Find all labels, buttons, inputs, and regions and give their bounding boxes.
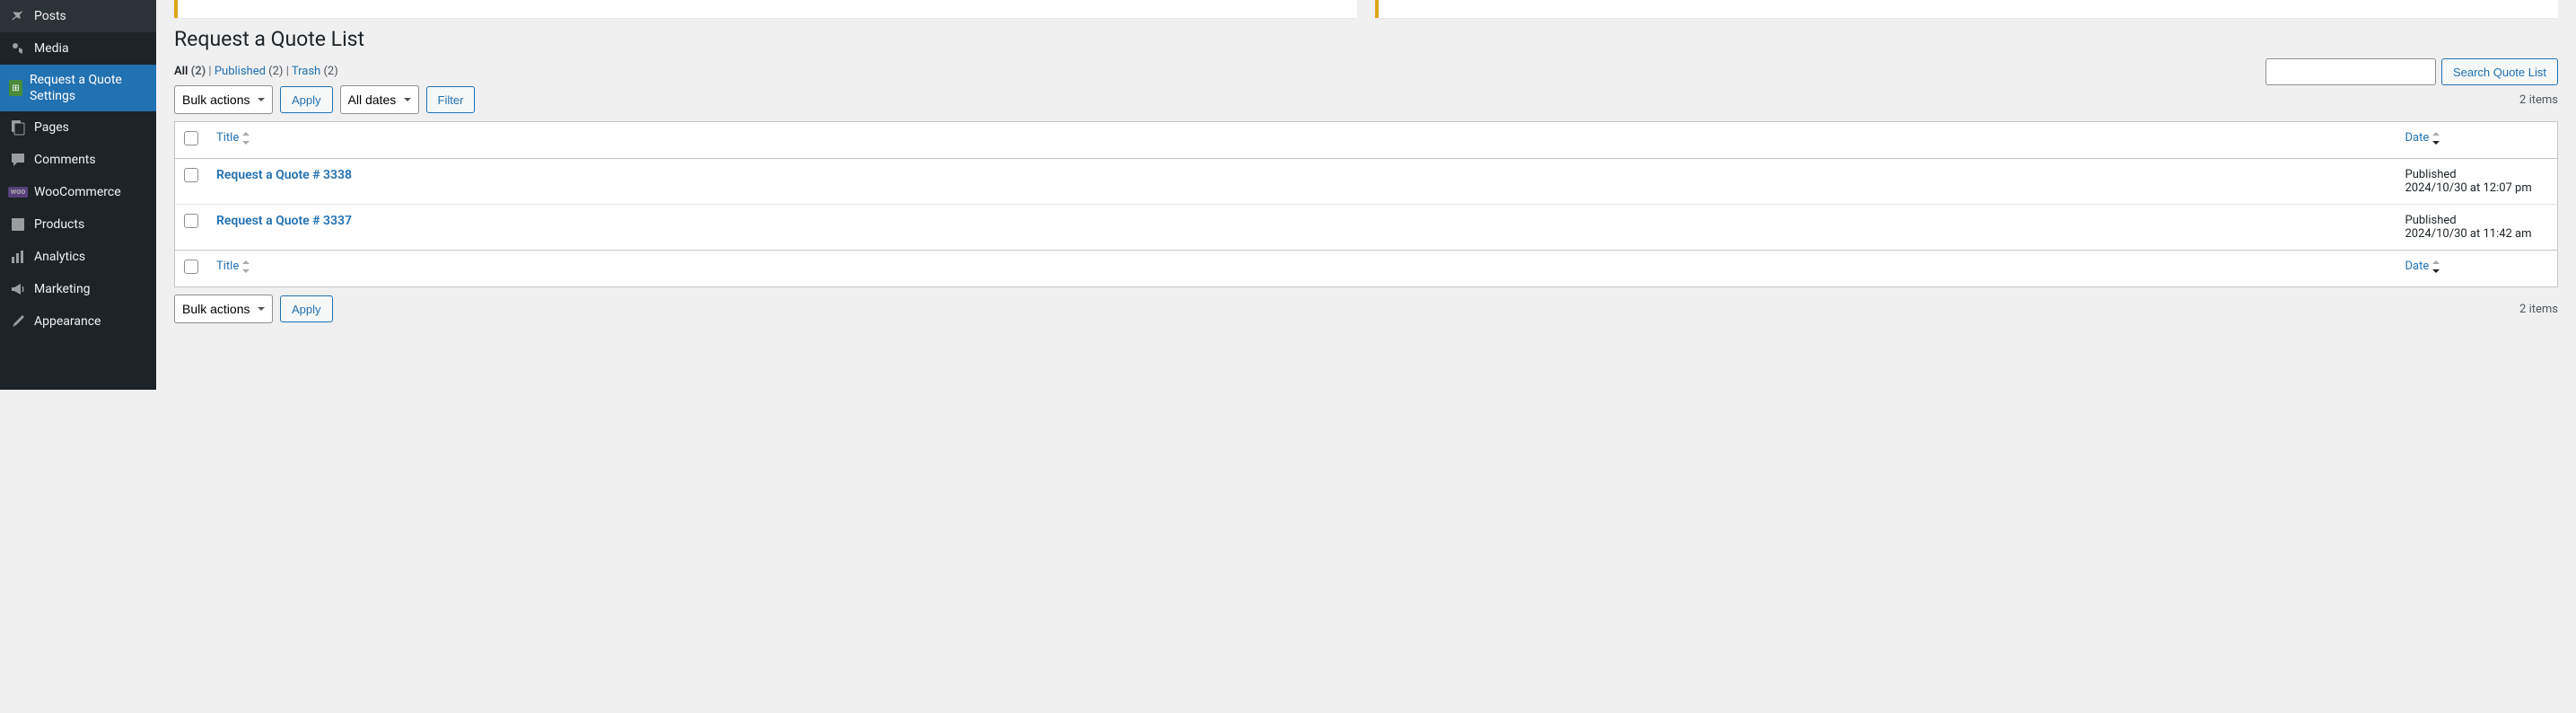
update-notice-2: [1375, 0, 2558, 18]
analytics-icon: [9, 248, 27, 266]
media-icon: [9, 40, 27, 57]
products-icon: [9, 216, 27, 233]
marketing-icon: [9, 280, 27, 298]
select-all-checkbox[interactable]: [184, 131, 198, 145]
sort-icon: [2432, 260, 2441, 273]
column-title-sort-bottom[interactable]: Title: [216, 260, 251, 273]
search-button[interactable]: Search Quote List: [2441, 58, 2558, 85]
filter-all[interactable]: All (2): [174, 65, 206, 78]
row-status: Published: [2405, 168, 2549, 181]
filter-trash[interactable]: Trash (2): [292, 65, 338, 78]
sidebar-item-label: Posts: [34, 8, 66, 24]
items-count-top: 2 items: [2519, 93, 2558, 107]
table-row: Request a Quote # 3338 Published2024/10/…: [175, 159, 2558, 205]
column-date-sort[interactable]: Date: [2405, 131, 2442, 145]
filter-published[interactable]: Published (2): [215, 65, 284, 78]
quote-title-link[interactable]: Request a Quote # 3338: [216, 168, 352, 182]
sidebar-item-posts[interactable]: Posts: [0, 0, 156, 32]
sidebar-item-label: Request a Quote Settings: [30, 72, 147, 104]
tablenav-top: Bulk actions Apply All dates Filter 2 it…: [174, 85, 2558, 114]
search-input[interactable]: [2265, 58, 2436, 85]
sidebar-item-label: Appearance: [34, 313, 101, 330]
sidebar-item-request-quote[interactable]: ⊞ Request a Quote Settings: [0, 65, 156, 111]
column-title-sort[interactable]: Title: [216, 131, 251, 145]
apply-bulk-button[interactable]: Apply: [280, 86, 333, 113]
table-row: Request a Quote # 3337 Published2024/10/…: [175, 205, 2558, 251]
row-checkbox[interactable]: [184, 214, 198, 228]
quote-icon: ⊞: [9, 80, 22, 96]
appearance-icon: [9, 312, 27, 330]
sidebar-item-products[interactable]: Products: [0, 208, 156, 241]
sidebar-item-label: Products: [34, 216, 84, 233]
quote-list-table: Title Date Request a Quote # 3338 Publis…: [174, 121, 2558, 287]
search-box: Search Quote List: [2265, 58, 2558, 85]
row-status: Published: [2405, 214, 2549, 227]
sidebar-item-comments[interactable]: Comments: [0, 144, 156, 176]
sidebar-item-label: Pages: [34, 119, 69, 136]
sort-icon: [242, 260, 251, 273]
sidebar-item-label: WooCommerce: [34, 184, 121, 200]
update-notice-1: [174, 0, 1357, 18]
sidebar-item-analytics[interactable]: Analytics: [0, 241, 156, 273]
comment-icon: [9, 151, 27, 169]
status-filters: All (2) | Published (2) | Trash (2): [174, 65, 2558, 78]
woo-icon: woo: [9, 183, 27, 201]
sidebar-item-label: Marketing: [34, 281, 91, 297]
filter-button[interactable]: Filter: [426, 86, 476, 113]
tablenav-bottom: Bulk actions Apply 2 items: [174, 295, 2558, 323]
page-title: Request a Quote List: [174, 27, 2558, 51]
sort-icon: [242, 132, 251, 145]
row-checkbox[interactable]: [184, 168, 198, 182]
sidebar-item-appearance[interactable]: Appearance: [0, 305, 156, 338]
admin-sidebar: Posts Media ⊞ Request a Quote Settings P…: [0, 0, 156, 390]
bulk-actions-select-bottom[interactable]: Bulk actions: [174, 295, 273, 323]
apply-bulk-button-bottom[interactable]: Apply: [280, 295, 333, 322]
pin-icon: [9, 7, 27, 25]
sidebar-item-pages[interactable]: Pages: [0, 111, 156, 144]
sidebar-item-marketing[interactable]: Marketing: [0, 273, 156, 305]
quote-title-link[interactable]: Request a Quote # 3337: [216, 214, 352, 228]
bulk-actions-select[interactable]: Bulk actions: [174, 85, 273, 114]
row-datetime: 2024/10/30 at 11:42 am: [2405, 227, 2549, 241]
sidebar-item-woocommerce[interactable]: woo WooCommerce: [0, 176, 156, 208]
items-count-bottom: 2 items: [2519, 303, 2558, 316]
admin-notices: [174, 0, 2558, 18]
date-filter-select[interactable]: All dates: [340, 85, 419, 114]
row-datetime: 2024/10/30 at 12:07 pm: [2405, 181, 2549, 195]
sidebar-item-label: Comments: [34, 152, 96, 168]
main-content: Request a Quote List All (2) | Published…: [156, 0, 2576, 390]
sort-icon: [2432, 132, 2441, 145]
page-icon: [9, 119, 27, 136]
sidebar-item-label: Media: [34, 40, 69, 57]
column-date-sort-bottom[interactable]: Date: [2405, 260, 2442, 273]
select-all-checkbox-bottom[interactable]: [184, 260, 198, 274]
sidebar-item-media[interactable]: Media: [0, 32, 156, 65]
sidebar-item-label: Analytics: [34, 249, 85, 265]
